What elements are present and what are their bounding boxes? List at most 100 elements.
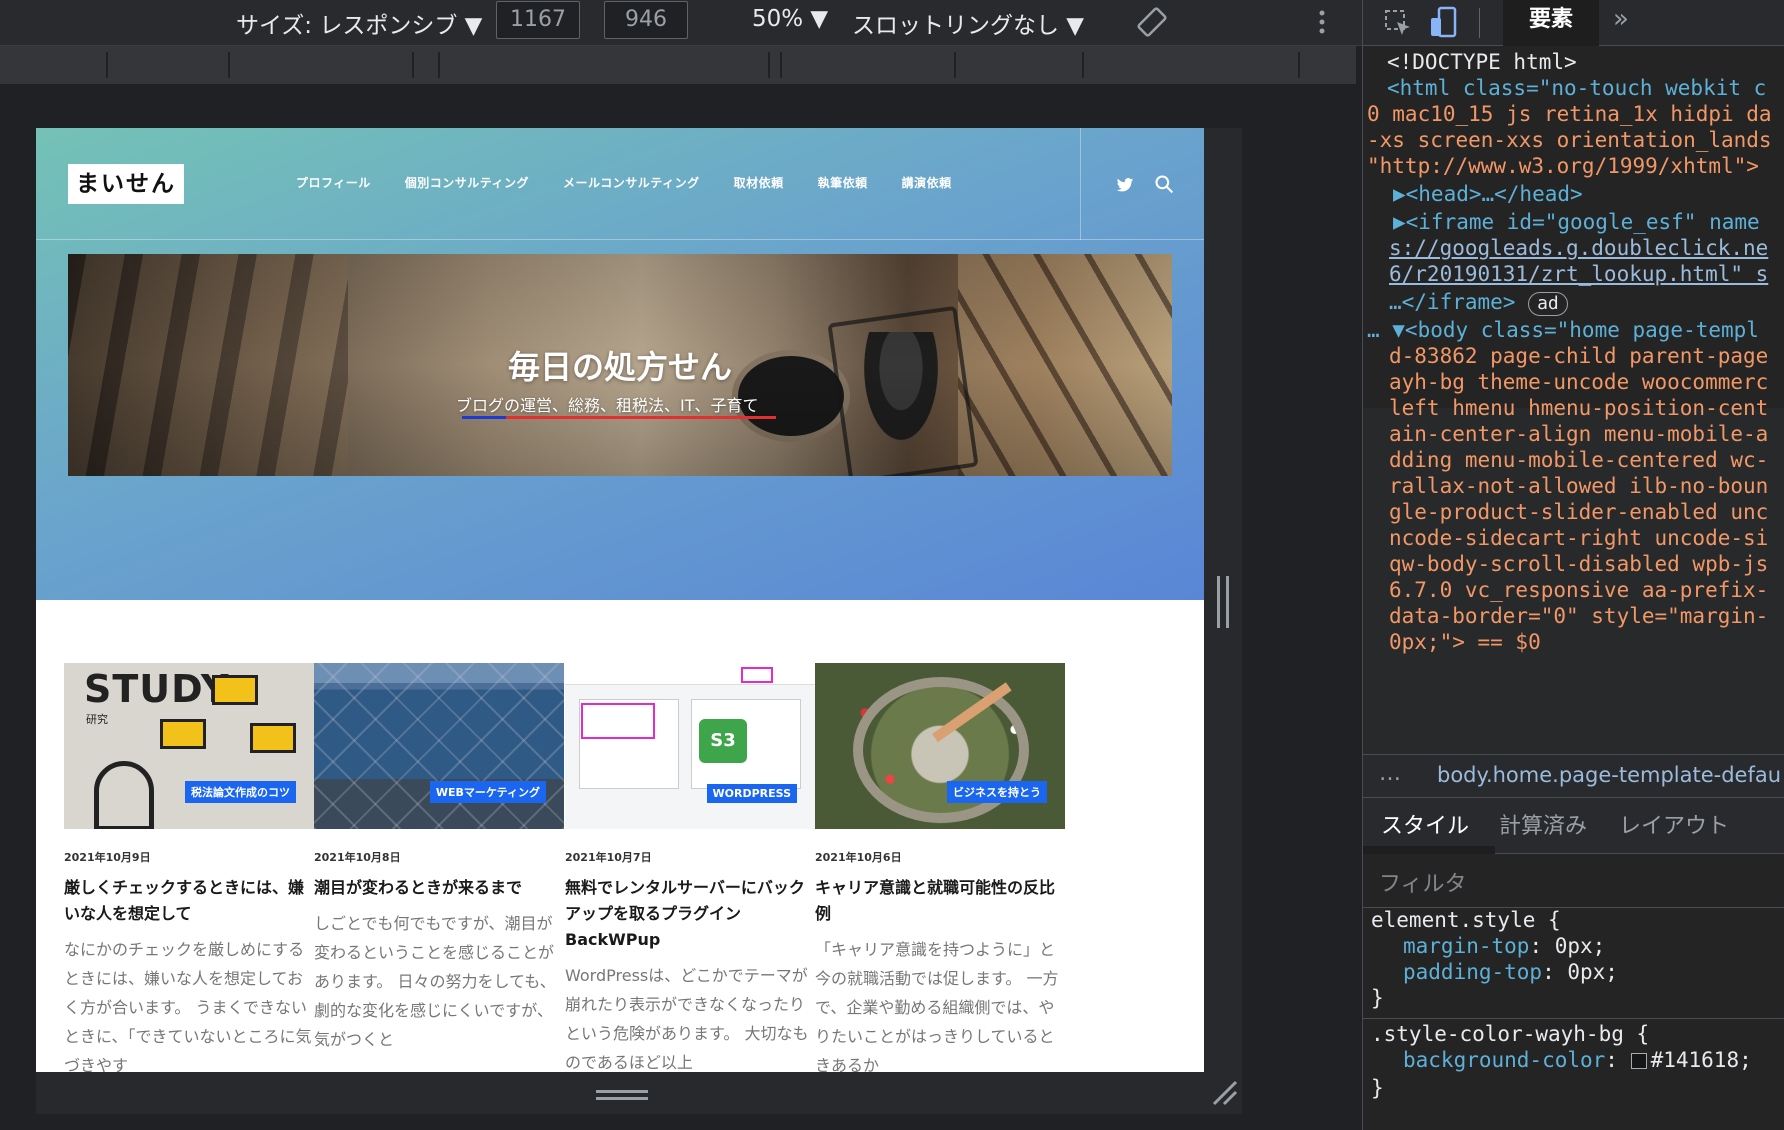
dom-line-body[interactable]: … ▼<body class="home page-templ	[1367, 318, 1759, 342]
zoom-select[interactable]: 50% ▼	[752, 6, 828, 32]
post-title[interactable]: 無料でレンタルサーバーにバックアップを取るプラグイン BackWPup	[565, 875, 815, 953]
nav-item-lecture[interactable]: 講演依頼	[902, 174, 952, 191]
banner-underline	[462, 416, 776, 419]
active-tab-indicator	[1363, 846, 1495, 854]
device-toggle-icon[interactable]	[1429, 6, 1459, 38]
rule-divider	[1363, 1018, 1784, 1019]
thumb-highlight	[741, 667, 773, 683]
rotate-icon[interactable]	[1136, 6, 1168, 38]
dom-line[interactable]: <html class="no-touch webkit c	[1387, 76, 1766, 100]
post-date: 2021年10月7日	[565, 851, 652, 864]
breadcrumb-item[interactable]: body.home.page-template-defau	[1437, 763, 1781, 787]
post-thumbnail[interactable]: S3 WORDPRESS	[565, 663, 815, 829]
category-tag[interactable]: WORDPRESS	[706, 784, 797, 803]
viewport-width-input[interactable]: 1167	[496, 1, 580, 39]
s3-logo: S3	[699, 719, 747, 763]
dom-breadcrumb: … body.home.page-template-defau	[1363, 754, 1784, 798]
post-thumbnail[interactable]: STUDY 研究 税法論文作成のコツ	[64, 663, 314, 829]
post-thumbnail[interactable]: WEBマーケティング	[314, 663, 564, 829]
inspect-element-icon[interactable]	[1383, 8, 1413, 38]
dom-link[interactable]: s://googleads.g.doubleclick.ne	[1389, 236, 1768, 260]
ad-badge[interactable]: ad	[1528, 292, 1568, 316]
dom-line[interactable]: 6.7.0 vc_responsive aa-prefix-	[1389, 578, 1768, 602]
property-name: background-color	[1403, 1048, 1606, 1072]
more-vertical-icon[interactable]	[1312, 6, 1332, 38]
dom-line[interactable]: ▶<iframe id="google_esf" name	[1393, 210, 1760, 234]
dom-line[interactable]: dding menu-mobile-centered wc-	[1389, 448, 1768, 472]
thumb-highlight	[581, 703, 655, 739]
dom-line[interactable]: ncode-sidecart-right uncode-si	[1389, 526, 1768, 550]
rule-selector[interactable]: .style-color-wayh-bg {	[1371, 1022, 1649, 1046]
dom-line-text: …</iframe>	[1389, 290, 1516, 314]
styles-tabbar: スタイル 計算済み レイアウト	[1363, 798, 1784, 854]
post-excerpt: なにかのチェックを厳しめにするときには、嫌いな人を想定しておく方が合います。 う…	[64, 940, 312, 1072]
post-card[interactable]: WEBマーケティング 2021年10月8日 潮目が変わるときが来るまで しごとで…	[314, 663, 564, 1054]
dom-line[interactable]: ▶<head>…</head>	[1393, 182, 1583, 206]
post-title[interactable]: 厳しくチェックするときには、嫌いな人を想定して	[64, 875, 314, 927]
category-tag[interactable]: ビジネスを持とう	[947, 781, 1047, 803]
dom-line[interactable]: <!DOCTYPE html>	[1387, 50, 1577, 74]
color-swatch[interactable]	[1630, 1053, 1647, 1069]
twitter-icon[interactable]	[1116, 176, 1134, 194]
dom-line[interactable]: ain-center-align menu-mobile-a	[1389, 422, 1768, 446]
nav-item-writing[interactable]: 執筆依頼	[818, 174, 868, 191]
style-property[interactable]: margin-top: 0px;	[1403, 934, 1605, 958]
dom-line[interactable]: "http://www.w3.org/1999/xhtml">	[1367, 154, 1759, 178]
dom-line[interactable]: data-border="0" style="margin-	[1389, 604, 1768, 628]
rule-selector[interactable]: element.style {	[1371, 908, 1561, 932]
property-value[interactable]: 0px;	[1567, 960, 1618, 984]
dom-line[interactable]: -xs screen-xxs orientation_lands	[1367, 128, 1772, 152]
dom-line[interactable]: ayh-bg theme-uncode woocommerc	[1389, 370, 1768, 394]
resize-grip-right[interactable]	[1217, 576, 1229, 628]
tab-elements[interactable]: 要素	[1503, 0, 1599, 46]
breadcrumb-overflow[interactable]: …	[1379, 761, 1401, 786]
rule-close-brace: }	[1371, 1076, 1384, 1100]
dom-line[interactable]: 0px;"> == $0	[1389, 630, 1541, 654]
website-preview: まいせん プロフィール 個別コンサルティング メールコンサルティング 取材依頼 …	[36, 128, 1204, 1072]
nav-item-interview[interactable]: 取材依頼	[734, 174, 784, 191]
post-grid: STUDY 研究 税法論文作成のコツ 2021年10月9日 厳しくチェックすると…	[36, 600, 1204, 1072]
tab-styles[interactable]: スタイル	[1381, 808, 1469, 840]
nav-item-mail-consulting[interactable]: メールコンサルティング	[563, 174, 700, 191]
dom-line[interactable]: gle-product-slider-enabled unc	[1389, 500, 1768, 524]
post-card[interactable]: S3 WORDPRESS 2021年10月7日 無料でレンタルサーバーにバックア…	[565, 663, 815, 1072]
nav-item-profile[interactable]: プロフィール	[296, 174, 371, 191]
device-size-select[interactable]: サイズ: レスポンシブ ▼	[236, 6, 482, 40]
tab-layout[interactable]: レイアウト	[1619, 808, 1729, 840]
post-title[interactable]: キャリア意識と就職可能性の反比例	[815, 875, 1065, 927]
dom-link[interactable]: 6/r20190131/zrt_lookup.html" s	[1389, 262, 1768, 286]
property-name: margin-top	[1403, 934, 1530, 958]
post-thumbnail[interactable]: ビジネスを持とう	[815, 663, 1065, 829]
site-logo[interactable]: まいせん	[68, 164, 184, 204]
resize-corner-icon[interactable]	[1210, 1078, 1240, 1108]
style-property[interactable]: padding-top: 0px;	[1403, 960, 1618, 984]
search-icon[interactable]	[1154, 174, 1174, 194]
post-card[interactable]: STUDY 研究 税法論文作成のコツ 2021年10月9日 厳しくチェックすると…	[64, 663, 314, 1072]
resize-grip-bottom[interactable]	[596, 1090, 648, 1100]
nav-item-consulting[interactable]: 個別コンサルティング	[405, 174, 529, 191]
dom-line[interactable]: qw-body-scroll-disabled wpb-js	[1389, 552, 1768, 576]
dom-line[interactable]: left hmenu hmenu-position-cent	[1389, 396, 1768, 420]
thumb-kenkyu-text: 研究	[86, 713, 108, 726]
more-tabs-button[interactable]: »	[1613, 4, 1629, 34]
dom-line[interactable]: 0 mac10_15 js retina_1x hidpi da	[1367, 102, 1772, 126]
dom-line[interactable]: …</iframe> ad	[1389, 290, 1568, 316]
fish-sign	[160, 719, 206, 749]
post-title[interactable]: 潮目が変わるときが来るまで	[314, 875, 564, 901]
dom-line[interactable]: rallax-not-allowed ilb-no-boun	[1389, 474, 1768, 498]
dom-line[interactable]: d-83862 page-child parent-page	[1389, 344, 1768, 368]
property-value[interactable]: 0px;	[1555, 934, 1606, 958]
banner-title: 毎日の処方せん	[507, 348, 732, 386]
throttling-select[interactable]: スロットリングなし ▼	[852, 6, 1084, 40]
post-card[interactable]: ビジネスを持とう 2021年10月6日 キャリア意識と就職可能性の反比例 「キャ…	[815, 663, 1065, 1072]
media-query-bar[interactable]	[0, 46, 1356, 84]
styles-filter-input[interactable]: フィルタ	[1363, 854, 1784, 908]
property-value[interactable]: #141618;	[1651, 1048, 1752, 1072]
post-excerpt: WordPressは、どこかでテーマが崩れたり表示ができなくなったりという危険が…	[565, 966, 809, 1072]
viewport-height-input[interactable]: 946	[604, 1, 688, 39]
category-tag[interactable]: 税法論文作成のコツ	[185, 781, 296, 803]
property-name: padding-top	[1403, 960, 1543, 984]
category-tag[interactable]: WEBマーケティング	[429, 781, 546, 803]
style-property[interactable]: background-color: #141618;	[1403, 1048, 1752, 1072]
tab-computed[interactable]: 計算済み	[1499, 808, 1587, 840]
